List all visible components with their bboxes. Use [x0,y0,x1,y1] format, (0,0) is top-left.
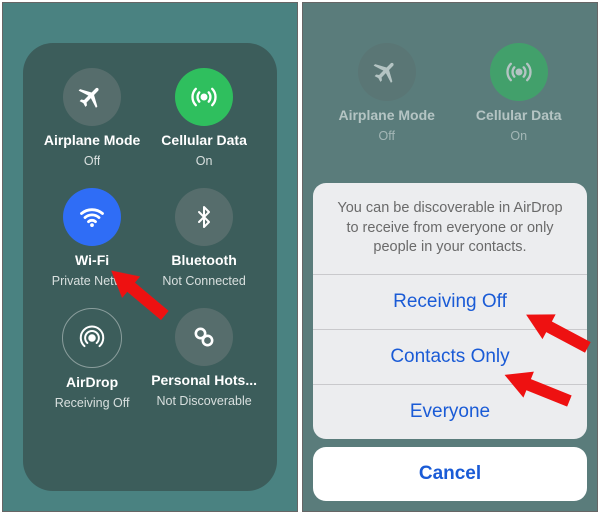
action-sheet: You can be discoverable in AirDrop to re… [313,183,587,501]
bg-cellular-status: On [510,129,527,143]
hotspot-status: Not Discoverable [157,394,252,408]
option-contacts-only[interactable]: Contacts Only [313,329,587,384]
cellular-data-status: On [196,154,213,168]
wifi-tile[interactable]: Wi-Fi Private Netw... [43,188,141,288]
hotspot-icon [175,308,233,366]
bg-airplane-status: Off [378,129,394,143]
hotspot-tile[interactable]: Personal Hots... Not Discoverable [151,308,257,410]
bg-cellular-tile: Cellular Data On [476,43,562,143]
hotspot-label: Personal Hots... [151,372,257,388]
airdrop-label: AirDrop [66,374,118,390]
cellular-icon [175,68,233,126]
bg-airplane-label: Airplane Mode [338,107,434,123]
background-connectivity-panel: Airplane Mode Off Cellular Data On [323,43,577,143]
airdrop-action-sheet-pane: Airplane Mode Off Cellular Data On You c… [302,2,598,512]
option-receiving-off[interactable]: Receiving Off [313,274,587,329]
action-sheet-group: You can be discoverable in AirDrop to re… [313,183,587,439]
wifi-status: Private Netw... [52,274,133,288]
airplane-icon [63,68,121,126]
connectivity-panel: Airplane Mode Off Cellular Data On Wi-Fi… [23,43,277,491]
airdrop-status: Receiving Off [55,396,130,410]
airplane-mode-status: Off [84,154,100,168]
bluetooth-label: Bluetooth [171,252,236,268]
airplane-icon [358,43,416,101]
control-center-expanded-pane: Airplane Mode Off Cellular Data On Wi-Fi… [2,2,298,512]
cellular-icon [490,43,548,101]
bg-cellular-label: Cellular Data [476,107,562,123]
option-everyone[interactable]: Everyone [313,384,587,439]
airplane-mode-label: Airplane Mode [44,132,140,148]
bluetooth-tile[interactable]: Bluetooth Not Connected [151,188,257,288]
bluetooth-status: Not Connected [162,274,245,288]
cellular-data-label: Cellular Data [161,132,247,148]
wifi-label: Wi-Fi [75,252,109,268]
airdrop-tile[interactable]: AirDrop Receiving Off [43,308,141,410]
wifi-icon [63,188,121,246]
airdrop-icon [62,308,122,368]
airplane-mode-tile[interactable]: Airplane Mode Off [43,68,141,168]
cellular-data-tile[interactable]: Cellular Data On [151,68,257,168]
cancel-button[interactable]: Cancel [313,447,587,501]
action-sheet-message: You can be discoverable in AirDrop to re… [313,183,587,274]
bluetooth-icon [175,188,233,246]
bg-airplane-tile: Airplane Mode Off [338,43,434,143]
screenshot-stage: Airplane Mode Off Cellular Data On Wi-Fi… [0,0,600,515]
